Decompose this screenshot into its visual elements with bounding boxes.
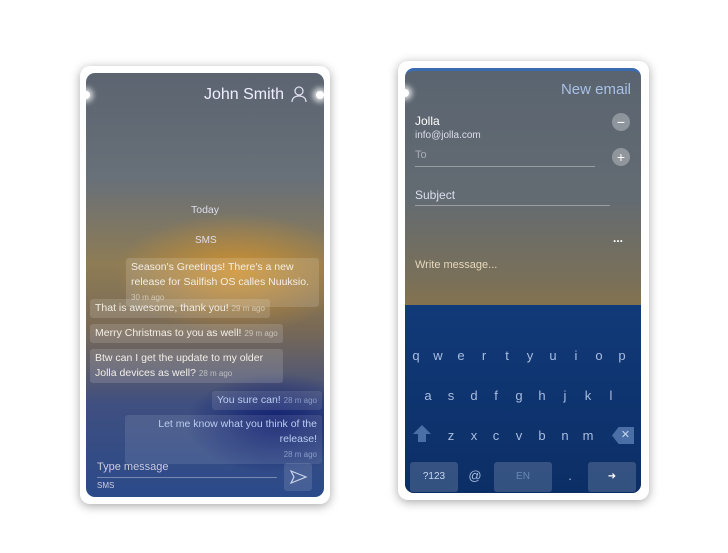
key-c[interactable]: c (485, 428, 507, 443)
subject-underline (415, 205, 610, 206)
key-m[interactable]: m (577, 428, 599, 443)
key-q[interactable]: q (405, 348, 427, 363)
key-r[interactable]: r (473, 348, 495, 363)
key-b[interactable]: b (531, 428, 553, 443)
key-f[interactable]: f (485, 388, 507, 403)
pulley-indicator (316, 91, 324, 99)
subject-field[interactable]: Subject (415, 188, 455, 202)
key-g[interactable]: g (508, 388, 530, 403)
sms-conversation-screen: John Smith Today SMS Season's Greetings!… (86, 73, 324, 497)
page-title: New email (560, 81, 631, 98)
send-button[interactable] (284, 463, 312, 491)
key-x[interactable]: x (463, 428, 485, 443)
key-k[interactable]: k (577, 388, 599, 403)
key-s[interactable]: s (440, 388, 462, 403)
key-i[interactable]: i (565, 348, 587, 363)
day-label: Today (191, 204, 220, 216)
key-period[interactable]: . (559, 468, 581, 483)
person-icon[interactable] (290, 85, 308, 103)
backspace-icon: ✕ (620, 429, 631, 441)
key-n[interactable]: n (554, 428, 576, 443)
pulley-indicator (86, 91, 90, 99)
language-key[interactable]: EN (494, 462, 552, 492)
input-channel-label: SMS (97, 481, 115, 490)
new-email-screen: New email Jolla info@jolla.com − To + Su… (405, 68, 641, 493)
to-field[interactable]: To (415, 149, 427, 161)
message-bubble[interactable]: Let me know what you think of the releas… (125, 415, 322, 464)
backspace-key[interactable]: ✕ (612, 427, 634, 444)
pulley-indicator (405, 89, 409, 97)
contact-name: John Smith (203, 86, 284, 103)
key-u[interactable]: u (542, 348, 564, 363)
send-icon (289, 469, 308, 485)
message-input[interactable]: Type message (97, 461, 169, 473)
sender-address: info@jolla.com (415, 130, 481, 141)
remove-recipient-button[interactable]: − (612, 113, 630, 131)
enter-key[interactable]: ➜ (588, 462, 636, 492)
key-p[interactable]: p (611, 348, 633, 363)
more-options-button[interactable]: ... (613, 231, 623, 245)
shift-key[interactable] (411, 424, 433, 444)
key-j[interactable]: j (554, 388, 576, 403)
key-w[interactable]: w (427, 348, 449, 363)
key-y[interactable]: y (519, 348, 541, 363)
plus-icon: + (616, 149, 626, 165)
message-body-field[interactable]: Write message... (415, 259, 497, 271)
key-e[interactable]: e (450, 348, 472, 363)
minus-icon: − (616, 114, 626, 130)
key-a[interactable]: a (417, 388, 439, 403)
to-underline (415, 166, 595, 167)
message-bubble[interactable]: That is awesome, thank you! 29 m ago (90, 299, 270, 318)
key-h[interactable]: h (531, 388, 553, 403)
key-v[interactable]: v (508, 428, 530, 443)
symbols-key[interactable]: ?123 (410, 462, 458, 492)
add-recipient-button[interactable]: + (612, 148, 630, 166)
channel-label: SMS (195, 235, 217, 246)
key-t[interactable]: t (496, 348, 518, 363)
key-z[interactable]: z (440, 428, 462, 443)
message-bubble[interactable]: You sure can! 28 m ago (211, 391, 322, 410)
key-d[interactable]: d (463, 388, 485, 403)
key-l[interactable]: l (600, 388, 622, 403)
input-underline (97, 477, 277, 478)
key-at[interactable]: @ (464, 468, 486, 483)
message-bubble[interactable]: Btw can I get the update to my older Jol… (90, 349, 283, 383)
message-bubble[interactable]: Merry Christmas to you as well! 29 m ago (90, 324, 283, 343)
key-o[interactable]: o (588, 348, 610, 363)
sender-name: Jolla (415, 114, 440, 128)
virtual-keyboard: q w e r t y u i o p a s d f g h j k l z … (405, 305, 641, 493)
